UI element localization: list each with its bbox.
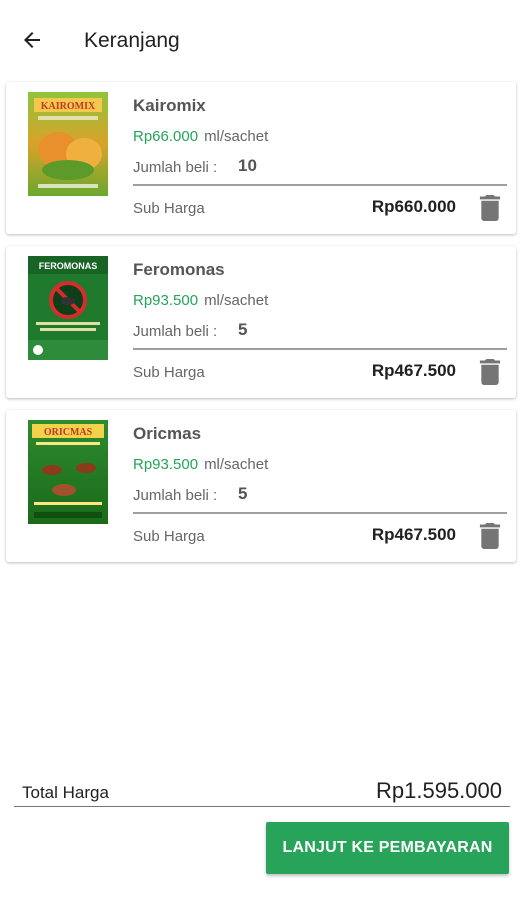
quantity-label: Jumlah beli : — [133, 159, 218, 176]
product-image[interactable]: ORICMAS — [28, 420, 108, 524]
subtotal-label: Sub Harga — [133, 528, 205, 545]
trash-icon — [479, 523, 501, 549]
subtotal-label: Sub Harga — [133, 364, 205, 381]
product-image[interactable]: KAIROMIX — [28, 92, 108, 196]
quantity-label: Jumlah beli : — [133, 323, 218, 340]
delete-button[interactable] — [478, 194, 502, 222]
quantity-label: Jumlah beli : — [133, 487, 218, 504]
quantity-divider — [133, 512, 507, 514]
product-name: Oricmas — [133, 424, 202, 443]
product-image[interactable]: FEROMONAS — [28, 256, 108, 360]
product-price: Rp93.500 — [133, 292, 199, 309]
product-unit: ml/sachet — [204, 456, 269, 473]
product-package-image: KAIROMIX — [28, 92, 108, 196]
cart-item-card: KAIROMIX Kairomix Rp66.000 ml/sachet Juml… — [6, 82, 516, 234]
cart-item-card: ORICMAS Oricmas Rp93.500 ml/sachet Jumlah… — [6, 410, 516, 562]
product-name: Kairomix — [133, 96, 206, 115]
product-name: Feromonas — [133, 260, 225, 279]
trash-icon — [479, 195, 501, 221]
subtotal-value: Rp467.500 — [371, 525, 456, 544]
subtotal-label: Sub Harga — [133, 200, 205, 217]
package-label: KAIROMIX — [41, 101, 96, 112]
package-label: ORICMAS — [44, 427, 93, 438]
quantity-value[interactable]: 5 — [238, 320, 247, 340]
cart-item-card: FEROMONAS Feromonas Rp93.500 ml/sachet Ju… — [6, 246, 516, 398]
trash-icon — [479, 359, 501, 385]
total-label: Total Harga — [22, 783, 109, 802]
delete-button[interactable] — [478, 358, 502, 386]
product-package-image: FEROMONAS — [28, 256, 108, 360]
subtotal-value: Rp467.500 — [371, 361, 456, 380]
page-title: Keranjang — [84, 29, 180, 52]
back-button[interactable] — [14, 22, 50, 58]
product-price: Rp93.500 — [133, 456, 199, 473]
price-line: Rp93.500 ml/sachet — [133, 456, 268, 473]
product-unit: ml/sachet — [204, 128, 269, 145]
product-package-image: ORICMAS — [28, 420, 108, 524]
quantity-value[interactable]: 5 — [238, 484, 247, 504]
product-price: Rp66.000 — [133, 128, 199, 145]
product-unit: ml/sachet — [204, 292, 269, 309]
delete-button[interactable] — [478, 522, 502, 550]
price-line: Rp93.500 ml/sachet — [133, 292, 268, 309]
package-label: FEROMONAS — [39, 261, 98, 271]
quantity-divider — [133, 348, 507, 350]
subtotal-value: Rp660.000 — [371, 197, 456, 216]
arrow-left-icon — [24, 32, 40, 48]
app-bar: Keranjang — [0, 0, 522, 80]
quantity-value[interactable]: 10 — [238, 156, 257, 176]
quantity-divider — [133, 184, 507, 186]
price-line: Rp66.000 ml/sachet — [133, 128, 268, 145]
total-value: Rp1.595.000 — [376, 778, 502, 803]
cart-screen: Keranjang KAIROMIX Kairomix Rp66.000 ml/… — [0, 0, 522, 900]
total-divider — [14, 806, 510, 807]
checkout-button[interactable]: LANJUT KE PEMBAYARAN — [266, 822, 509, 874]
